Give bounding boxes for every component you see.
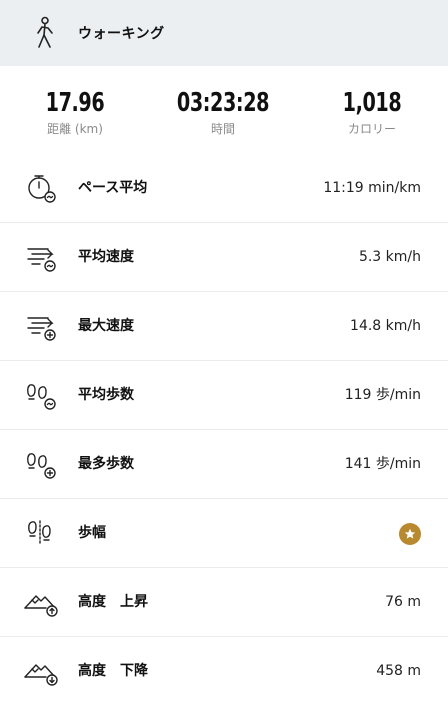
metric-value: 141 歩/min bbox=[344, 456, 421, 472]
speed-average-icon bbox=[22, 237, 62, 277]
activity-title: ウォーキング bbox=[78, 26, 165, 42]
stride-icon bbox=[22, 513, 62, 553]
metric-value: 458 m bbox=[376, 663, 421, 679]
premium-star-icon[interactable] bbox=[399, 523, 421, 545]
walking-person-icon bbox=[22, 10, 68, 56]
metric-value: 5.3 km/h bbox=[358, 249, 421, 265]
metric-row-elevation-up: 高度 上昇 76 m bbox=[0, 568, 448, 637]
metric-value: 14.8 km/h bbox=[350, 318, 421, 334]
distance-stat: 17.96 距離 (km) bbox=[0, 86, 150, 137]
metric-row-elevation-down: 高度 下降 458 m bbox=[0, 637, 448, 706]
metric-label: 高度 下降 bbox=[78, 663, 148, 679]
metric-row-stride[interactable]: 歩幅 bbox=[0, 499, 448, 568]
metric-value: 76 m bbox=[385, 594, 421, 610]
metric-row-pace-average: ペース平均 11:19 min/km bbox=[0, 154, 448, 223]
activity-header: ウォーキング bbox=[0, 0, 448, 66]
metric-row-average-speed: 平均速度 5.3 km/h bbox=[0, 223, 448, 292]
metric-label: 歩幅 bbox=[78, 525, 106, 541]
calorie-stat: 1,018 カロリー bbox=[297, 86, 447, 137]
time-value: 03:23:28 bbox=[176, 88, 270, 118]
speed-max-icon bbox=[22, 306, 62, 346]
time-stat: 03:23:28 時間 bbox=[148, 86, 298, 137]
metric-value: 119 歩/min bbox=[344, 387, 421, 403]
distance-value: 17.96 bbox=[45, 88, 105, 118]
metric-row-max-steps: 最多歩数 141 歩/min bbox=[0, 430, 448, 499]
metric-row-max-speed: 最大速度 14.8 km/h bbox=[0, 292, 448, 361]
metric-label: 最多歩数 bbox=[78, 456, 134, 472]
metric-row-average-steps: 平均歩数 119 歩/min bbox=[0, 361, 448, 430]
steps-max-icon bbox=[22, 444, 62, 484]
stopwatch-average-icon bbox=[22, 168, 62, 208]
time-label: 時間 bbox=[210, 122, 235, 136]
distance-label: 距離 (km) bbox=[47, 122, 103, 136]
metric-label: 最大速度 bbox=[78, 318, 134, 334]
calorie-value: 1,018 bbox=[342, 88, 402, 118]
metric-label: 高度 上昇 bbox=[78, 594, 148, 610]
calorie-label: カロリー bbox=[347, 122, 396, 136]
metric-label: 平均歩数 bbox=[78, 387, 134, 403]
metric-value: 11:19 min/km bbox=[323, 180, 421, 196]
elevation-up-icon bbox=[22, 582, 62, 622]
metric-label: ペース平均 bbox=[78, 180, 148, 196]
steps-average-icon bbox=[22, 375, 62, 415]
metric-label: 平均速度 bbox=[78, 249, 134, 265]
elevation-down-icon bbox=[22, 651, 62, 691]
summary-stats: 17.96 距離 (km) 03:23:28 時間 1,018 カロリー bbox=[0, 66, 448, 154]
